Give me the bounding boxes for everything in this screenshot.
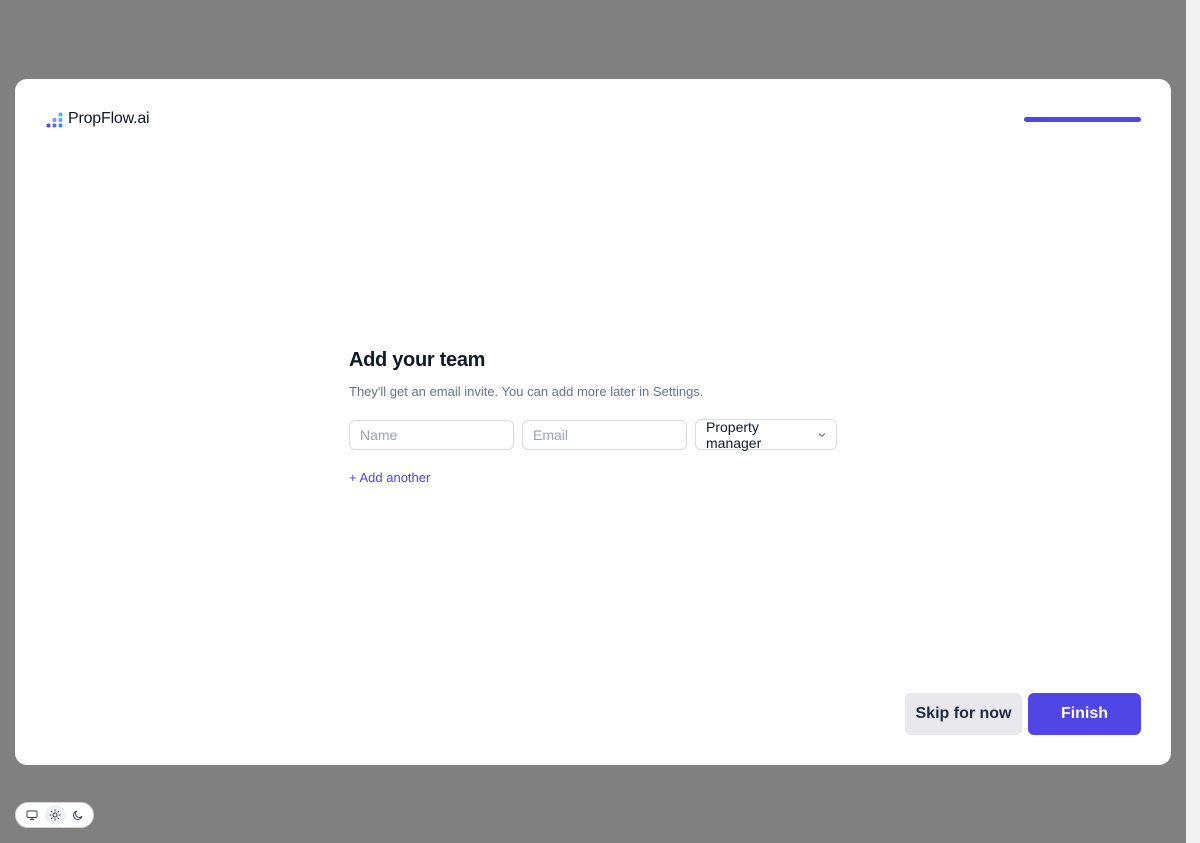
name-input[interactable] <box>349 419 514 450</box>
brand-name: PropFlow.ai <box>68 110 150 127</box>
email-input[interactable] <box>522 419 687 450</box>
chevron-down-icon <box>818 432 826 437</box>
theme-system-button[interactable] <box>22 805 42 825</box>
footer-actions: Skip for now Finish <box>905 693 1141 735</box>
finish-button[interactable]: Finish <box>1028 693 1141 735</box>
theme-toggle <box>15 802 94 828</box>
sun-icon <box>48 809 61 821</box>
moon-icon <box>72 810 82 820</box>
onboarding-progress-bar <box>1024 117 1141 122</box>
brand-logo-icon <box>46 112 63 128</box>
skip-button[interactable]: Skip for now <box>905 693 1022 735</box>
add-another-link[interactable]: + Add another <box>349 470 430 485</box>
page-subtitle: They'll get an email invite. You can add… <box>349 384 704 399</box>
page-title: Add your team <box>349 349 486 371</box>
onboarding-card: PropFlow.ai Add your team They'll get an… <box>15 79 1171 765</box>
team-step: Add your team They'll get an email invit… <box>349 349 869 487</box>
brand-logo: PropFlow.ai <box>46 109 150 129</box>
role-select[interactable]: Property manager <box>695 418 837 451</box>
theme-dark-button[interactable] <box>68 805 88 825</box>
role-select-value: Property manager <box>706 418 762 451</box>
scrollbar-track[interactable] <box>1186 0 1200 843</box>
system-monitor-icon <box>26 810 37 820</box>
team-member-row: Property manager <box>349 418 869 451</box>
theme-light-button[interactable] <box>44 805 65 825</box>
